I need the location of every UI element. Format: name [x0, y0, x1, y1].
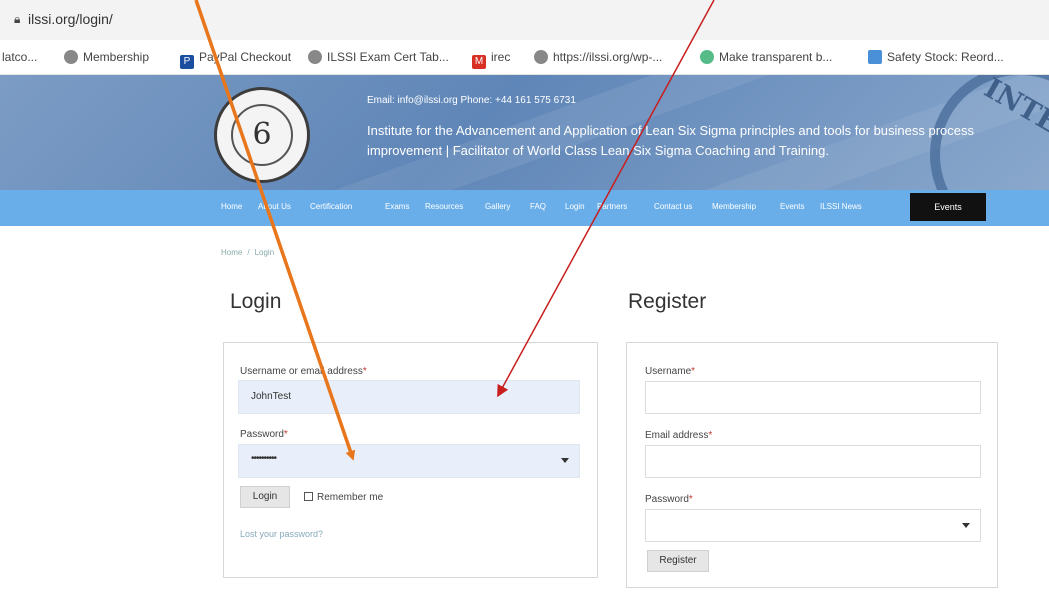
bookmark-item[interactable]: Membership — [64, 50, 149, 64]
register-form: Username* Email address* Password* Regis… — [626, 342, 998, 588]
register-password-input[interactable] — [645, 509, 981, 542]
login-button[interactable]: Login — [240, 486, 290, 508]
dropdown-caret-icon[interactable] — [962, 522, 970, 528]
register-email-input[interactable] — [645, 445, 981, 478]
nav-item-faq[interactable]: FAQ — [530, 202, 546, 211]
nav-item-news[interactable]: ILSSI News — [820, 202, 862, 211]
site-tagline: Institute for the Advancement and Applic… — [367, 123, 975, 158]
register-email-label: Email address* — [645, 430, 713, 441]
nav-item-resources[interactable]: Resources — [425, 202, 463, 211]
dropdown-caret-icon[interactable] — [561, 458, 569, 463]
site-logo[interactable]: 6 — [214, 87, 310, 183]
login-form: Username or email address* JohnTest Pass… — [223, 342, 598, 578]
nav-item-contact[interactable]: Contact us — [654, 202, 692, 211]
checkbox[interactable] — [304, 492, 313, 501]
url-text[interactable]: ilssi.org/login/ — [28, 11, 113, 27]
bookmark-item[interactable]: https://ilssi.org/wp-... — [534, 50, 662, 64]
register-button[interactable]: Register — [647, 550, 709, 572]
breadcrumb-home[interactable]: Home — [221, 248, 242, 257]
nav-item-login[interactable]: Login — [565, 202, 585, 211]
breadcrumb-current: Login — [254, 248, 275, 257]
username-label: Username or email address* — [240, 366, 367, 377]
login-heading: Login — [230, 290, 282, 313]
breadcrumb: Home / Login — [221, 248, 275, 257]
register-username-input[interactable] — [645, 381, 981, 414]
remember-me[interactable]: Remember me — [304, 492, 383, 503]
register-heading: Register — [628, 290, 707, 313]
bookmark-item[interactable]: ILSSI Exam Cert Tab... — [308, 50, 449, 64]
password-label: Password* — [240, 429, 288, 440]
nav-item-home[interactable]: Home — [221, 202, 242, 211]
nav-item-about[interactable]: About Us — [258, 202, 291, 211]
gmail-icon: M — [472, 55, 486, 69]
lock-icon: 🔒︎ — [14, 12, 21, 26]
nav-item-partners[interactable]: Partners — [597, 202, 627, 211]
bookmark-item[interactable]: Make transparent b... — [700, 50, 832, 64]
bookmark-item[interactable]: P PayPal Checkout — [180, 50, 291, 69]
folder-icon — [868, 50, 882, 64]
nav-item-gallery[interactable]: Gallery — [485, 202, 510, 211]
globe-icon — [308, 50, 322, 64]
logo-emblem: 6 — [231, 104, 293, 166]
globe-icon — [64, 50, 78, 64]
contact-info: Email: info@ilssi.org Phone: +44 161 575… — [367, 95, 576, 106]
bookmark-item[interactable]: latco... — [2, 50, 37, 64]
password-input[interactable]: •••••••••• — [238, 444, 580, 478]
register-password-label: Password* — [645, 494, 693, 505]
bookmark-item[interactable]: Safety Stock: Reord... — [868, 50, 1004, 64]
nav-item-events[interactable]: Events — [780, 202, 804, 211]
lost-password-link[interactable]: Lost your password? — [240, 529, 323, 539]
register-username-label: Username* — [645, 366, 696, 377]
site-header: 6 INTER Email: info@ilssi.org Phone: +44… — [0, 75, 1049, 193]
nav-item-exams[interactable]: Exams — [385, 202, 409, 211]
main-nav: Home About Us Certification Exams Resour… — [0, 190, 1049, 226]
username-input[interactable]: JohnTest — [238, 380, 580, 414]
nav-item-membership[interactable]: Membership — [712, 202, 756, 211]
address-bar[interactable]: 🔒︎ ilssi.org/login/ — [0, 0, 1049, 40]
events-button[interactable]: Events — [910, 193, 986, 221]
bookmark-item[interactable]: Mirec — [472, 50, 510, 69]
nav-item-certification[interactable]: Certification — [310, 202, 352, 211]
globe-icon — [700, 50, 714, 64]
bookmarks-bar: latco... Membership P PayPal Checkout ILS… — [0, 40, 1049, 75]
paypal-icon: P — [180, 55, 194, 69]
globe-icon — [534, 50, 548, 64]
